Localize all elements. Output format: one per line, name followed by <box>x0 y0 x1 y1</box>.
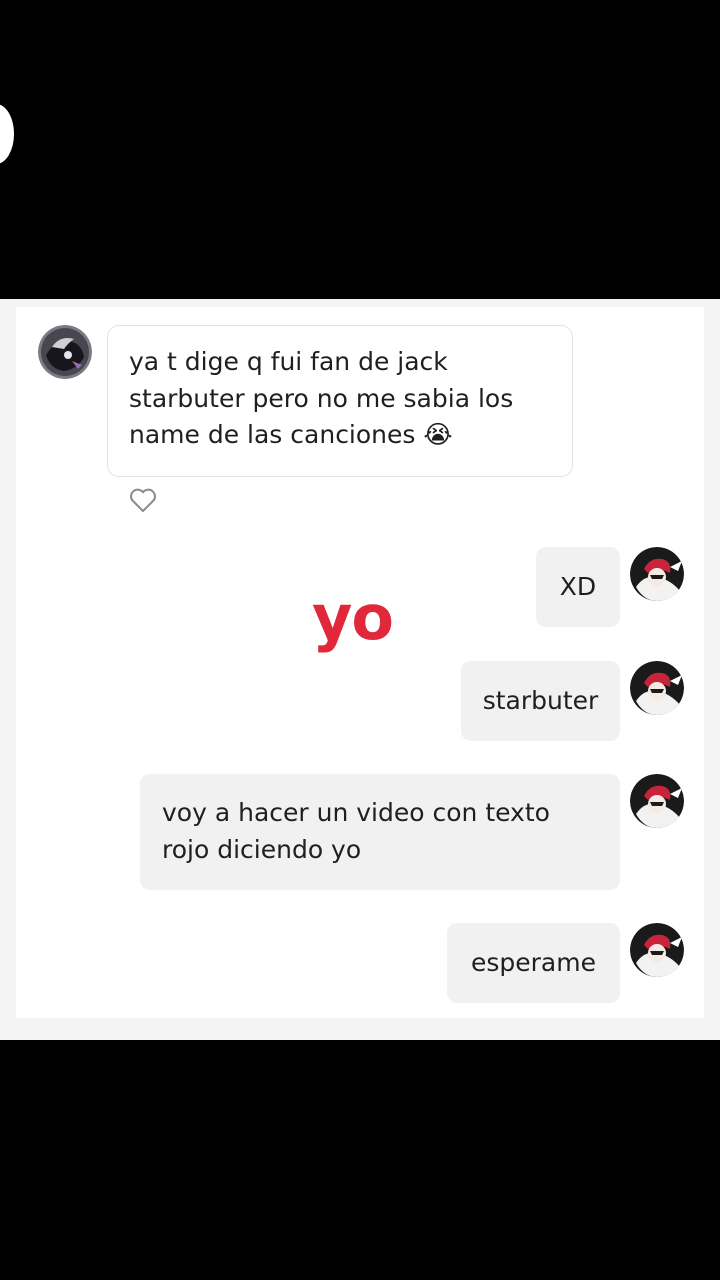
red-hair-character-icon <box>630 923 684 977</box>
chat-panel: ya t dige q fui fan de jack starbuter pe… <box>0 299 720 1040</box>
outgoing-message-bubble[interactable]: starbuter <box>461 661 620 741</box>
edge-dot <box>0 104 14 164</box>
message-text: voy a hacer un video con texto rojo dici… <box>162 798 550 864</box>
heart-outline-icon[interactable] <box>129 487 157 513</box>
self-avatar[interactable] <box>630 923 684 977</box>
self-avatar[interactable] <box>630 774 684 828</box>
dark-character-icon <box>38 325 92 379</box>
red-hair-character-icon <box>630 547 684 601</box>
message-text: starbuter <box>482 685 599 715</box>
crying-emoji: 😭 <box>423 420 453 449</box>
sender-avatar[interactable] <box>38 325 92 379</box>
incoming-message-text: ya t dige q fui fan de jack starbuter pe… <box>129 347 514 449</box>
incoming-message-bubble[interactable]: ya t dige q fui fan de jack starbuter pe… <box>107 325 573 477</box>
self-avatar[interactable] <box>630 547 684 601</box>
outgoing-message-bubble[interactable]: esperame <box>447 923 620 1003</box>
red-hair-character-icon <box>630 661 684 715</box>
red-hair-character-icon <box>630 774 684 828</box>
message-text: XD <box>559 571 597 601</box>
message-text: esperame <box>471 947 596 977</box>
chat-card: ya t dige q fui fan de jack starbuter pe… <box>16 307 704 1018</box>
red-overlay-caption: yo <box>312 581 394 654</box>
outgoing-message-bubble[interactable]: voy a hacer un video con texto rojo dici… <box>140 774 620 890</box>
self-avatar[interactable] <box>630 661 684 715</box>
outgoing-message-bubble[interactable]: XD <box>536 547 620 627</box>
